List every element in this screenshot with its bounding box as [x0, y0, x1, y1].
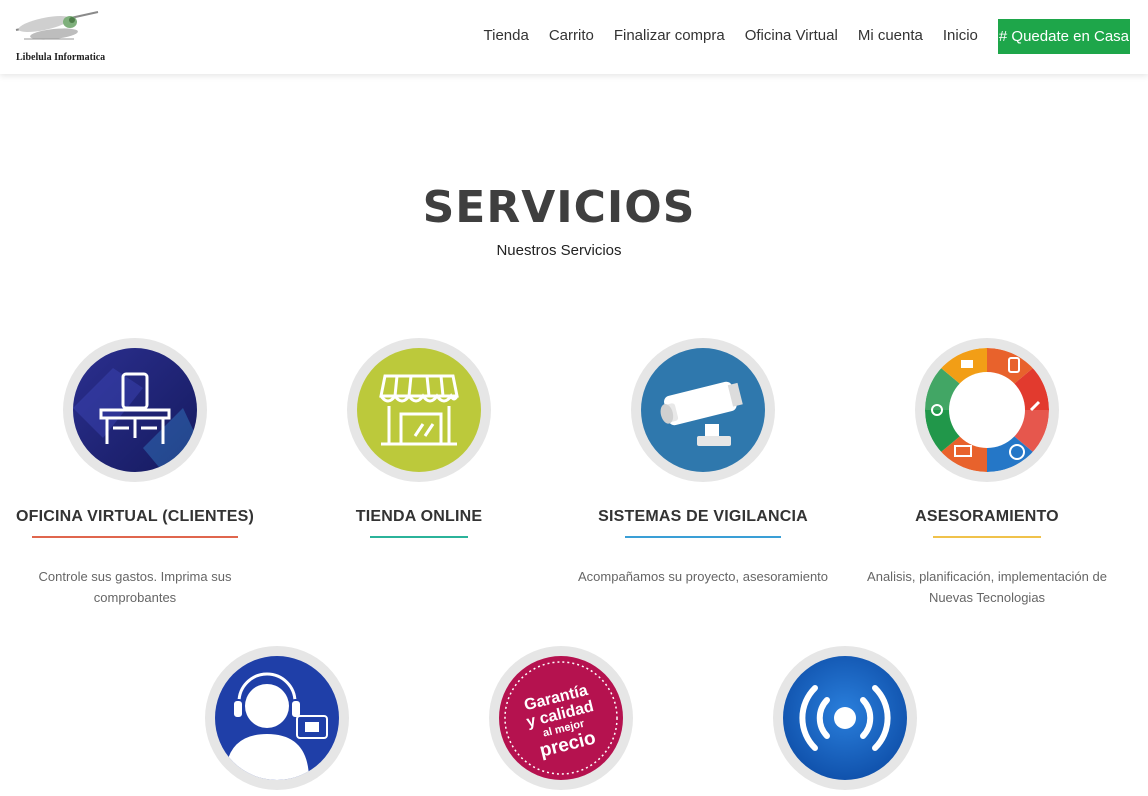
nav-oficina-virtual[interactable]: Oficina Virtual	[745, 18, 838, 54]
service-card-oficina-virtual[interactable]: OFICINA VIRTUAL (CLIENTES) Controle sus …	[0, 338, 270, 608]
guarantee-badge-icon: Garantía y calidad al mejor precio	[499, 656, 623, 780]
section-title: SERVICIOS	[422, 182, 696, 233]
security-camera-icon	[641, 348, 765, 472]
service-icon-ring	[63, 338, 207, 482]
logo-text: Libelula Informatica	[16, 52, 106, 63]
service-underline	[370, 536, 468, 538]
service-title[interactable]: OFICINA VIRTUAL (CLIENTES)	[0, 508, 270, 526]
support-headset-icon	[215, 656, 339, 780]
service-description: Controle sus gastos. Imprima sus comprob…	[38, 569, 232, 605]
nav-finalizar-compra[interactable]: Finalizar compra	[614, 18, 725, 54]
service-card-conectividad[interactable]	[710, 646, 980, 790]
service-card-sistemas-vigilancia[interactable]: SISTEMAS DE VIGILANCIA Acompañamos su pr…	[568, 338, 838, 587]
service-icon-ring	[773, 646, 917, 790]
dragonfly-logo-icon	[15, 11, 99, 40]
service-card-garantia[interactable]: Garantía y calidad al mejor precio	[426, 646, 696, 790]
service-icon-ring	[915, 338, 1059, 482]
service-icon-ring	[347, 338, 491, 482]
service-title[interactable]: TIENDA ONLINE	[284, 508, 554, 526]
service-underline	[32, 536, 238, 538]
service-card-soporte[interactable]	[142, 646, 412, 790]
site-header: Libelula Informatica Tienda Carrito Fina…	[0, 0, 1148, 74]
main-nav: Tienda Carrito Finalizar compra Oficina …	[464, 18, 1130, 54]
service-icon-ring: Garantía y calidad al mejor precio	[489, 646, 633, 790]
site-logo[interactable]: Libelula Informatica	[14, 6, 124, 66]
wireless-signal-icon	[783, 656, 907, 780]
storefront-icon	[357, 348, 481, 472]
tech-ring-icon	[925, 348, 1049, 472]
service-underline	[933, 536, 1041, 538]
nav-carrito[interactable]: Carrito	[549, 18, 594, 54]
quedate-en-casa-button[interactable]: # Quedate en Casa	[997, 18, 1130, 54]
section-subtitle: Nuestros Servicios	[496, 242, 622, 259]
service-description: Acompañamos su proyecto, asesoramiento	[578, 569, 829, 584]
service-title[interactable]: ASESORAMIENTO	[852, 508, 1122, 526]
service-title[interactable]: SISTEMAS DE VIGILANCIA	[568, 508, 838, 526]
nav-inicio[interactable]: Inicio	[943, 18, 978, 54]
service-underline	[625, 536, 781, 538]
service-description: Analisis, planificación, implementación …	[867, 569, 1107, 605]
service-icon-ring	[631, 338, 775, 482]
service-card-tienda-online[interactable]: TIENDA ONLINE	[284, 338, 554, 566]
desk-chair-icon	[73, 348, 197, 472]
service-icon-ring	[205, 646, 349, 790]
nav-mi-cuenta[interactable]: Mi cuenta	[858, 18, 923, 54]
nav-tienda[interactable]: Tienda	[484, 18, 529, 54]
service-card-asesoramiento[interactable]: ASESORAMIENTO Analisis, planificación, i…	[852, 338, 1122, 608]
